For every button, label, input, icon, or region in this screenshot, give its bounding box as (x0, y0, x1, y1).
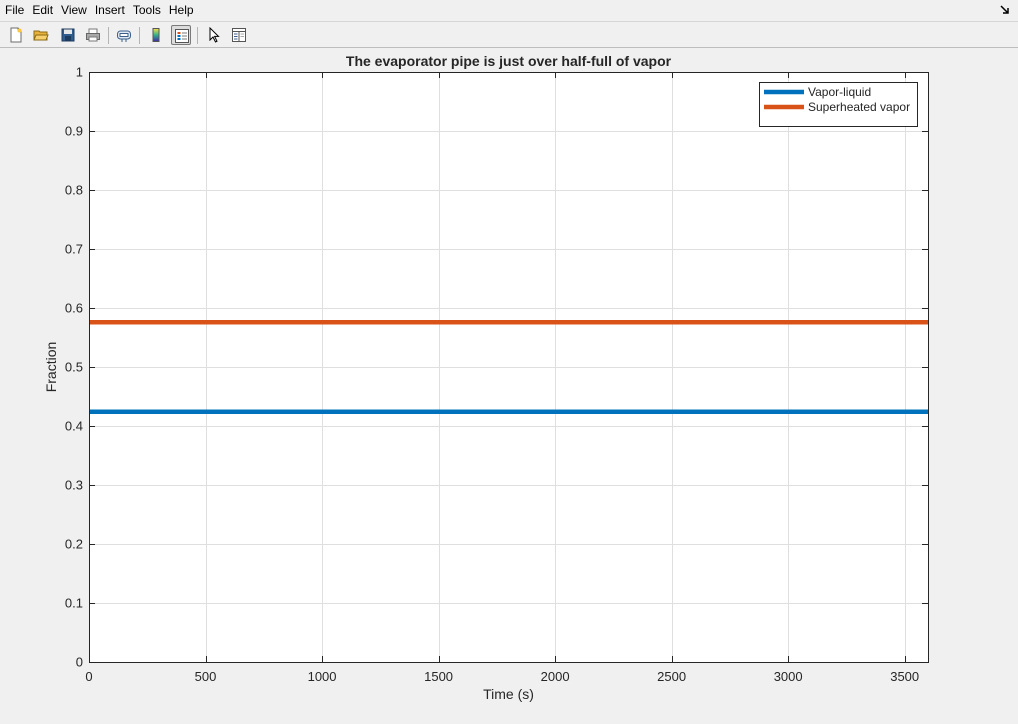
figure-toolbar (0, 21, 1018, 48)
menu-view[interactable]: View (56, 0, 90, 20)
y-tick-label: 1 (76, 65, 83, 80)
menu-edit[interactable]: Edit (27, 0, 56, 20)
y-axis-label: Fraction (43, 342, 59, 393)
x-tick-label: 1500 (424, 669, 453, 684)
menu-help[interactable]: Help (164, 0, 197, 20)
folder-open-icon (33, 30, 49, 41)
edit-plot-button[interactable] (204, 25, 224, 45)
y-tick-label: 0.3 (65, 478, 83, 493)
x-tick-label: 500 (195, 669, 217, 684)
save-icon (61, 28, 75, 42)
new-figure-button[interactable] (6, 25, 26, 45)
legend-icon (175, 29, 189, 43)
y-tick-label: 0.6 (65, 301, 83, 316)
y-tick-label: 0.5 (65, 360, 83, 375)
link-plot-button[interactable] (114, 25, 134, 45)
y-tick-label: 0 (76, 655, 83, 670)
insert-colorbar-button[interactable] (146, 25, 166, 45)
menu-bar: File Edit View Insert Tools Help (0, 0, 1018, 20)
chart-title: The evaporator pipe is just over half-fu… (346, 53, 672, 69)
link-plot-icon (117, 30, 131, 42)
cursor-arrow-icon (209, 27, 220, 43)
y-tick-label: 0.8 (65, 183, 83, 198)
insert-legend-button[interactable] (171, 25, 191, 45)
printer-icon (86, 28, 100, 42)
new-file-icon (10, 27, 22, 43)
x-tick-label: 0 (85, 669, 92, 684)
open-file-button[interactable] (31, 25, 51, 45)
x-tick-label: 3000 (774, 669, 803, 684)
legend[interactable]: Vapor-liquidSuperheated vapor (759, 82, 918, 127)
x-tick-label: 2500 (657, 669, 686, 684)
x-tick-label: 2000 (541, 669, 570, 684)
y-tick-label: 0.7 (65, 242, 83, 257)
property-inspector-button[interactable] (229, 25, 249, 45)
x-tick-label: 1000 (308, 669, 337, 684)
menu-tools[interactable]: Tools (128, 0, 164, 20)
y-tick-label: 0.2 (65, 537, 83, 552)
dock-arrow-icon[interactable] (1000, 5, 1010, 15)
x-axis-label: Time (s) (483, 686, 534, 702)
legend-label-1: Superheated vapor (808, 100, 910, 114)
toolbar-separator (108, 27, 109, 44)
legend-label-0: Vapor-liquid (808, 85, 871, 99)
line-chart: 0 500 1000 1500 2000 2500 3000 3500 0 0.1 0.2 0.3 0.… (43, 53, 929, 702)
x-tick-label: 3500 (890, 669, 919, 684)
y-tick-label: 0.4 (65, 419, 83, 434)
figure-canvas: 0 500 1000 1500 2000 2500 3000 3500 0 0.1 0.2 0.3 0.… (0, 48, 1018, 724)
toolbar-separator (139, 27, 140, 44)
menu-file[interactable]: File (0, 0, 27, 20)
save-figure-button[interactable] (58, 25, 78, 45)
print-figure-button[interactable] (83, 25, 103, 45)
menu-insert[interactable]: Insert (90, 0, 128, 20)
y-tick-label: 0.1 (65, 596, 83, 611)
colorbar-icon (152, 28, 160, 42)
y-tick-label: 0.9 (65, 124, 83, 139)
toolbar-separator (197, 27, 198, 44)
property-inspector-icon (232, 28, 246, 42)
